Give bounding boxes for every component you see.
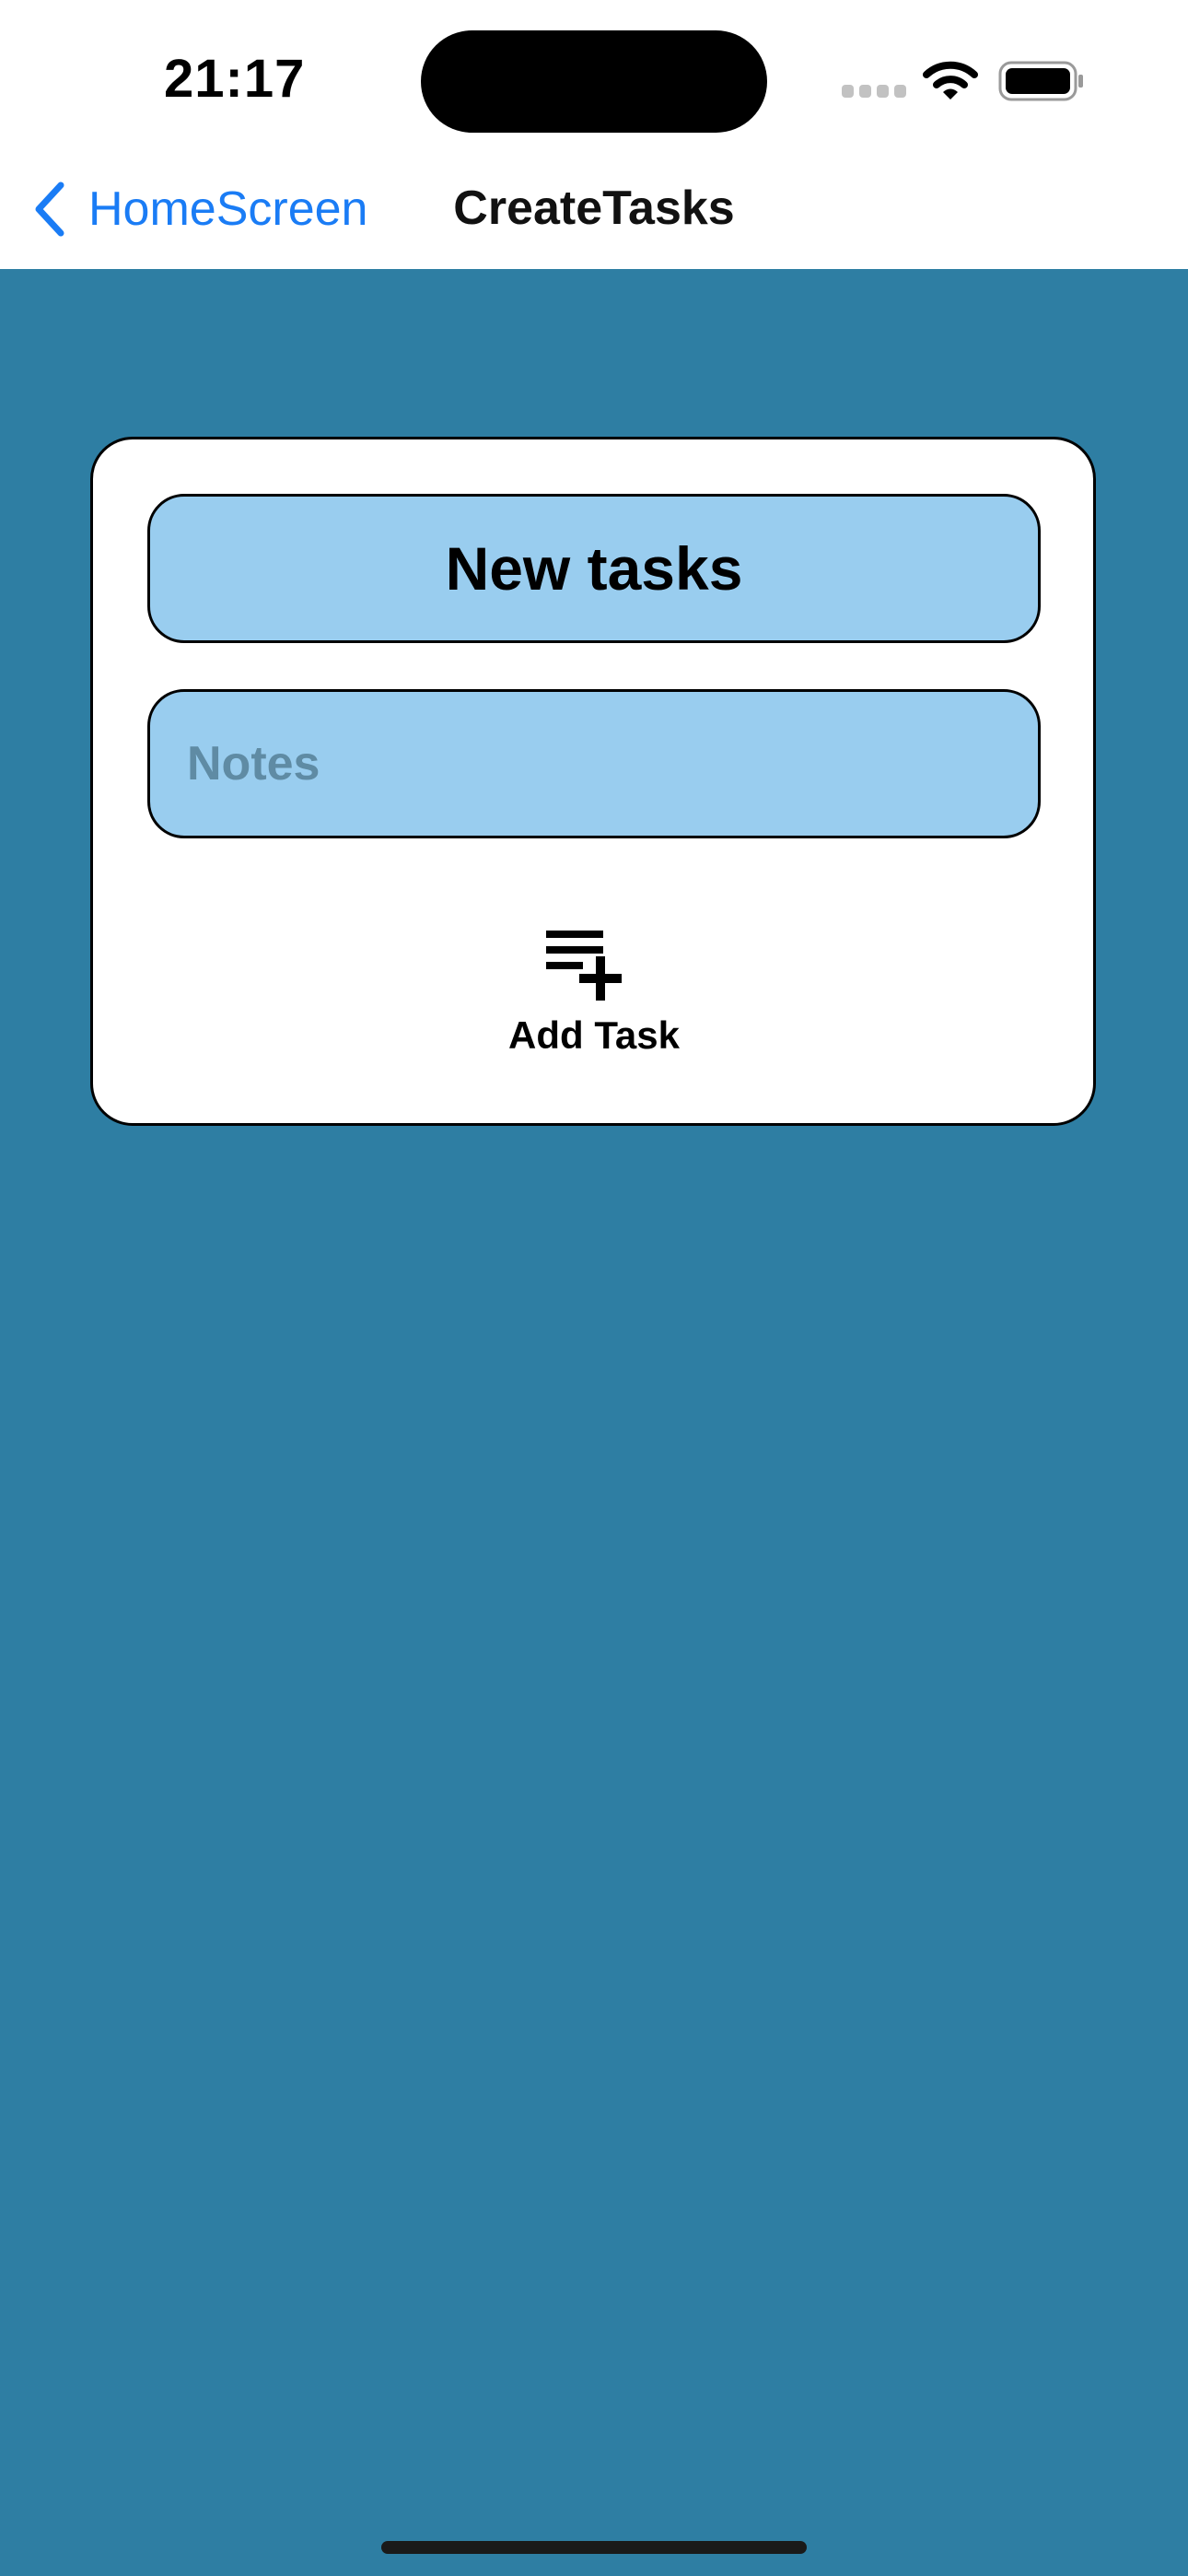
signal-icon [842, 85, 906, 98]
page-title: CreateTasks [453, 181, 735, 235]
home-indicator[interactable] [381, 2541, 807, 2554]
notes-field[interactable]: Notes [147, 689, 1041, 838]
add-task-button[interactable]: Add Task [460, 929, 728, 1076]
wifi-icon [923, 61, 978, 100]
task-title-field[interactable]: New tasks [147, 494, 1041, 643]
playlist-add-icon [546, 931, 622, 1001]
dynamic-island [421, 30, 767, 133]
battery-icon [998, 61, 1083, 101]
add-task-label: Add Task [508, 1013, 680, 1057]
status-time: 21:17 [164, 49, 306, 109]
